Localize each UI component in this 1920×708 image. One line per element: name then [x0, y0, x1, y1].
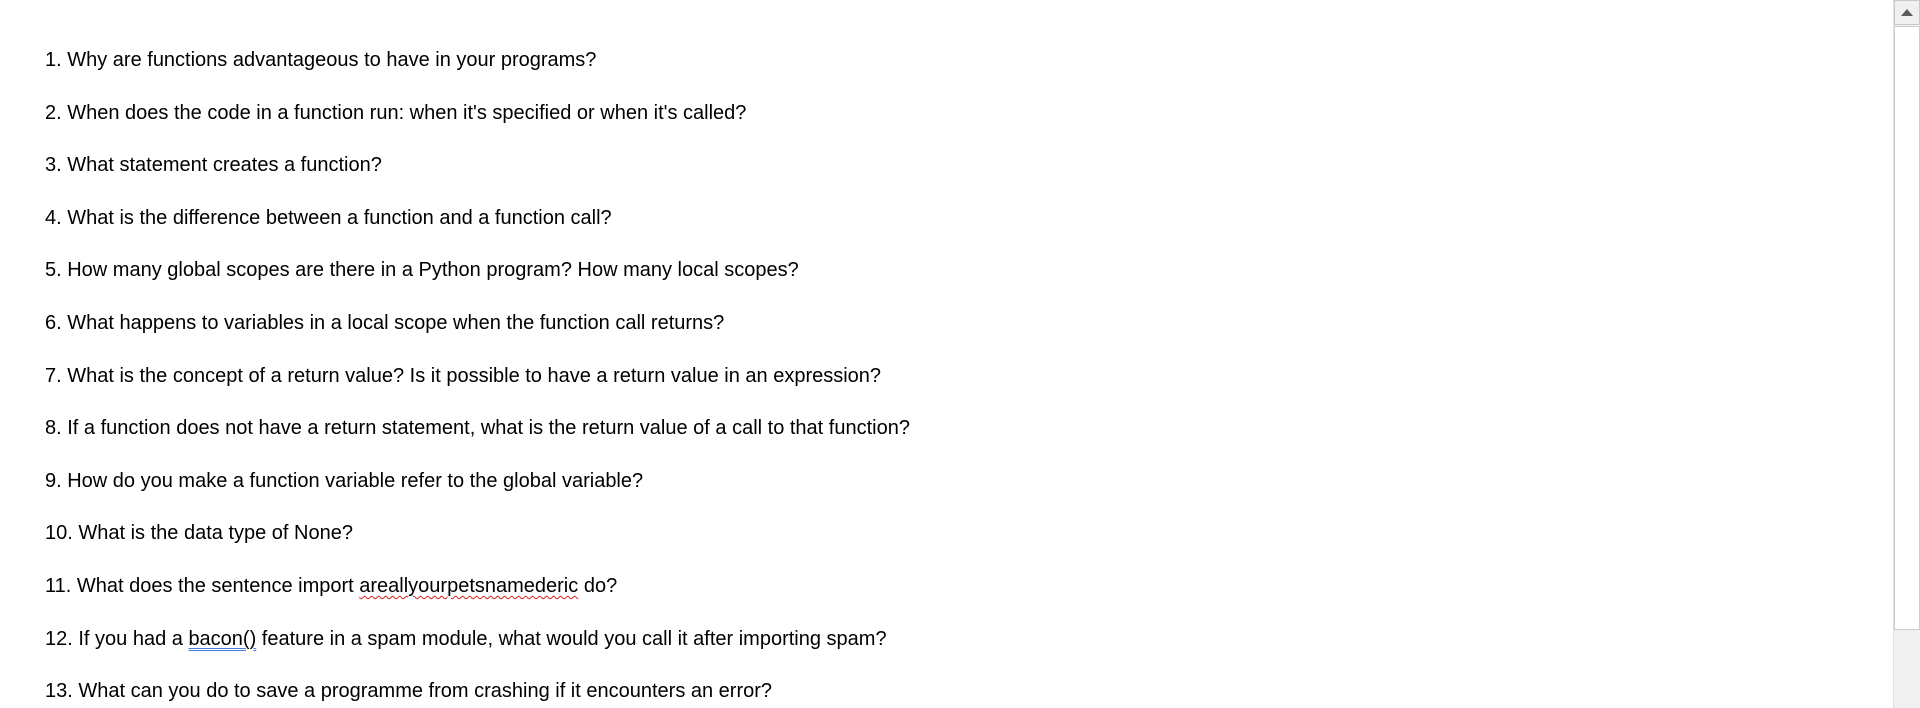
question-2: 2. When does the code in a function run:… — [45, 101, 747, 124]
grammar-flagged-word[interactable]: bacon() — [188, 628, 256, 650]
question-12-text-after: feature in a spam module, what would you… — [256, 627, 887, 650]
question-3: 3. What statement creates a function? — [45, 154, 382, 177]
question-1: 1. Why are functions advantageous to hav… — [45, 49, 597, 71]
document-page[interactable]: 1. Why are functions advantageous to hav… — [0, 0, 1893, 708]
spelling-error-word[interactable]: areallyourpetsnamederic — [359, 575, 578, 597]
question-7: 7. What is the concept of a return value… — [45, 364, 882, 387]
question-12: 12. If you had a bacon() feature in a sp… — [45, 626, 910, 679]
question-12-text-before: 12. If you had a — [45, 627, 189, 650]
question-list: 1. Why are functions advantageous to hav… — [45, 47, 910, 708]
vertical-scrollbar[interactable] — [1893, 0, 1920, 708]
question-11-text-before: 11. What does the sentence import — [45, 574, 360, 597]
question-4: 4. What is the difference between a func… — [45, 206, 612, 229]
question-11-text-after: do? — [578, 574, 618, 597]
question-5: 5. How many global scopes are there in a… — [45, 259, 799, 282]
question-9: 9. How do you make a function variable r… — [45, 469, 644, 492]
scroll-up-button[interactable] — [1894, 0, 1920, 25]
question-13: 13. What can you do to save a programme … — [45, 680, 773, 703]
triangle-up-icon — [1901, 9, 1913, 16]
question-10: 10. What is the data type of None? — [45, 522, 353, 545]
question-8: 8. If a function does not have a return … — [45, 417, 910, 440]
question-11: 11. What does the sentence import areall… — [45, 573, 910, 626]
question-6: 6. What happens to variables in a local … — [45, 311, 725, 334]
scroll-thumb[interactable] — [1894, 26, 1920, 630]
